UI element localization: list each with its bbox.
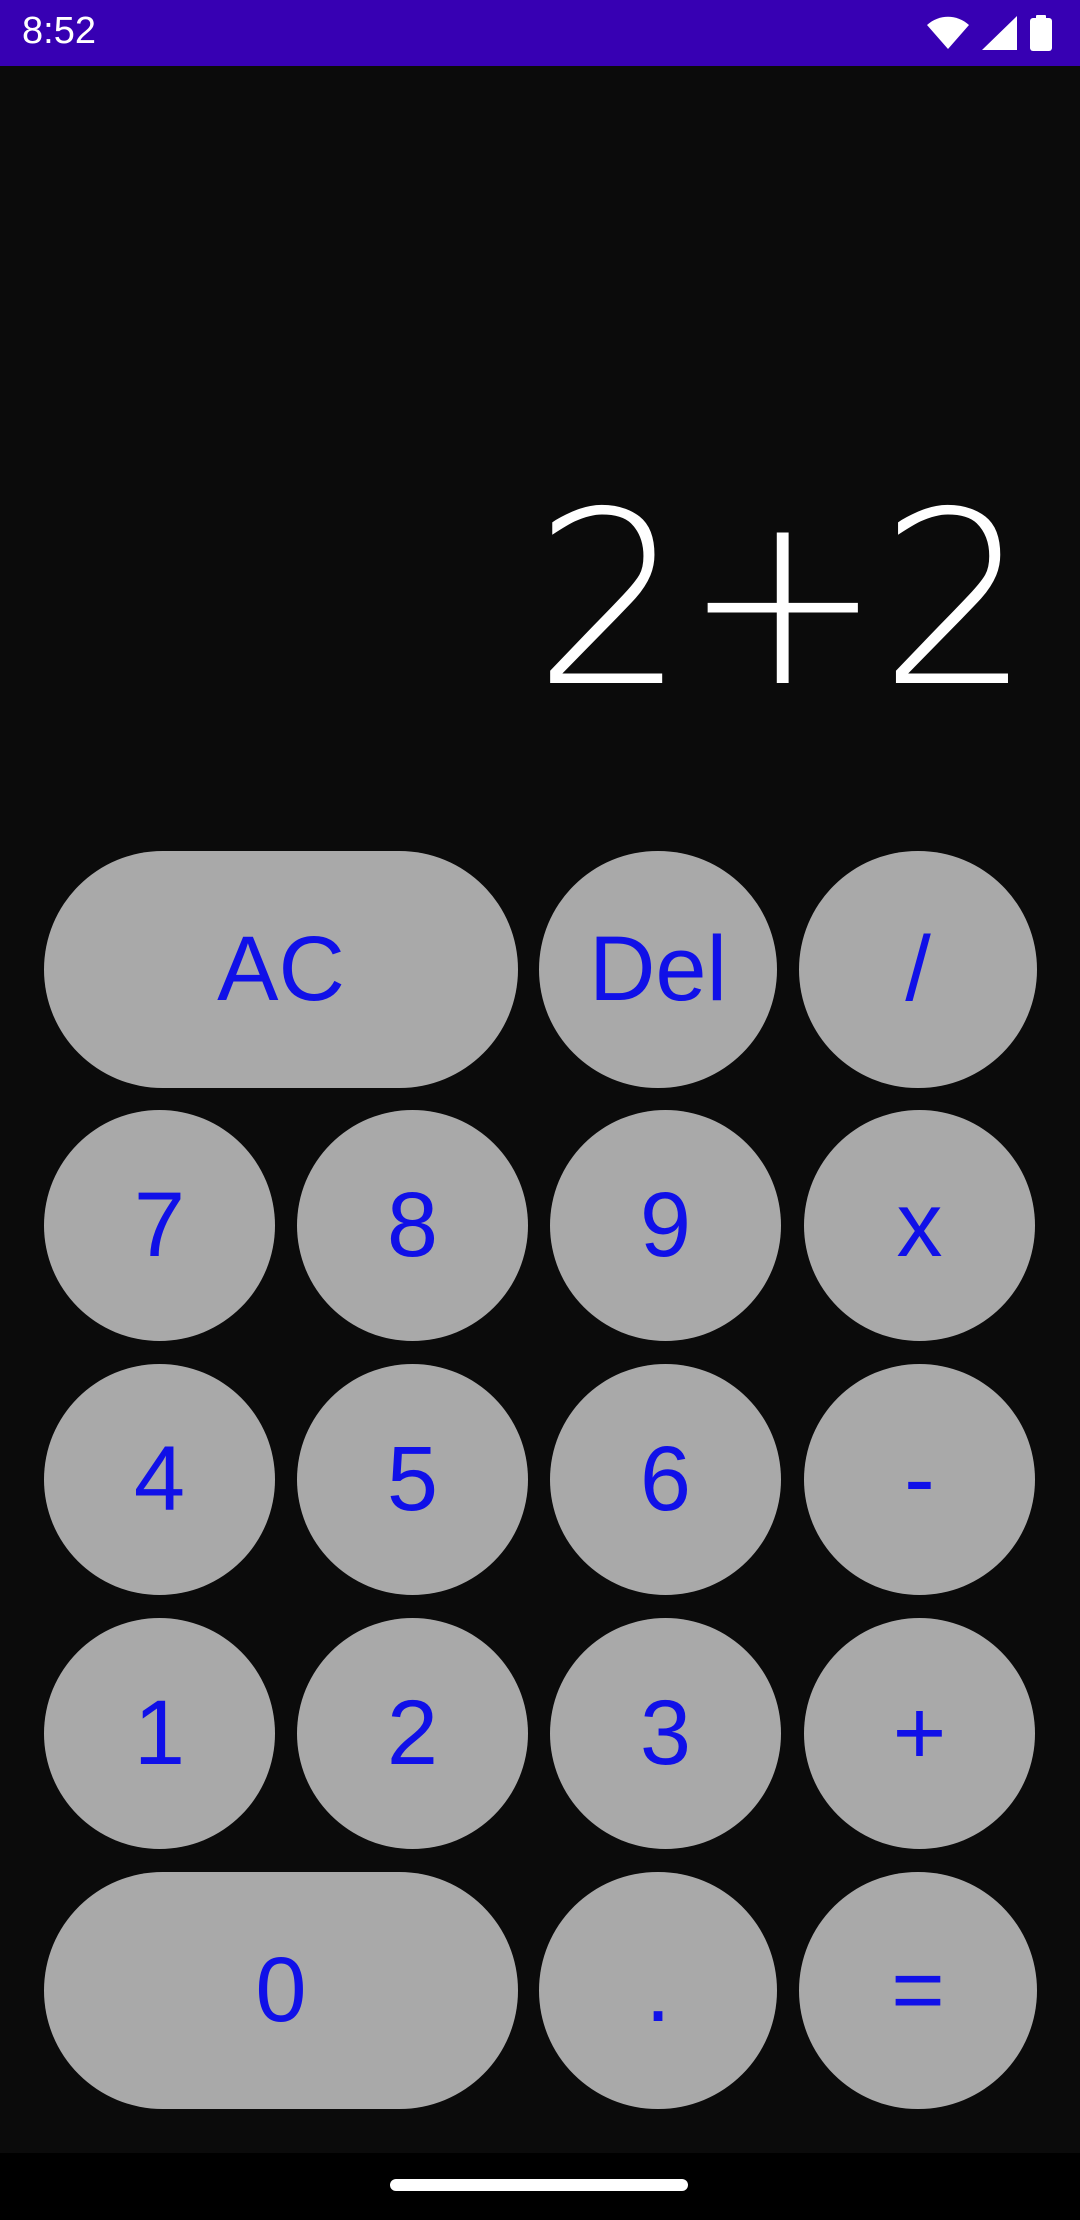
signal-icon [982, 16, 1018, 50]
home-gesture-handle[interactable] [390, 2179, 688, 2191]
wifi-icon [926, 16, 970, 50]
digit-9-button[interactable]: 9 [550, 1110, 781, 1341]
digit-6-button[interactable]: 6 [550, 1364, 781, 1595]
digit-7-button[interactable]: 7 [44, 1110, 275, 1341]
digit-8-button[interactable]: 8 [297, 1110, 528, 1341]
digit-0-button[interactable]: 0 [44, 1872, 518, 2109]
delete-button[interactable]: Del [539, 851, 777, 1088]
calculator-screen: 8:52 2+2 AC Del / 7 8 9 x 4 5 6 - 1 2 3 … [0, 0, 1080, 2220]
decimal-point-button[interactable]: . [539, 1872, 777, 2109]
status-time: 8:52 [22, 10, 96, 52]
divide-button[interactable]: / [799, 851, 1037, 1088]
battery-icon [1030, 15, 1052, 51]
digit-1-button[interactable]: 1 [44, 1618, 275, 1849]
digit-5-button[interactable]: 5 [297, 1364, 528, 1595]
clear-button[interactable]: AC [44, 851, 518, 1088]
status-bar: 8:52 [0, 0, 1080, 66]
status-icons [926, 14, 1052, 52]
digit-4-button[interactable]: 4 [44, 1364, 275, 1595]
expression-display: 2+2 [533, 460, 1032, 740]
minus-button[interactable]: - [804, 1364, 1035, 1595]
digit-3-button[interactable]: 3 [550, 1618, 781, 1849]
equals-button[interactable]: = [799, 1872, 1037, 2109]
multiply-button[interactable]: x [804, 1110, 1035, 1341]
digit-2-button[interactable]: 2 [297, 1618, 528, 1849]
plus-button[interactable]: + [804, 1618, 1035, 1849]
